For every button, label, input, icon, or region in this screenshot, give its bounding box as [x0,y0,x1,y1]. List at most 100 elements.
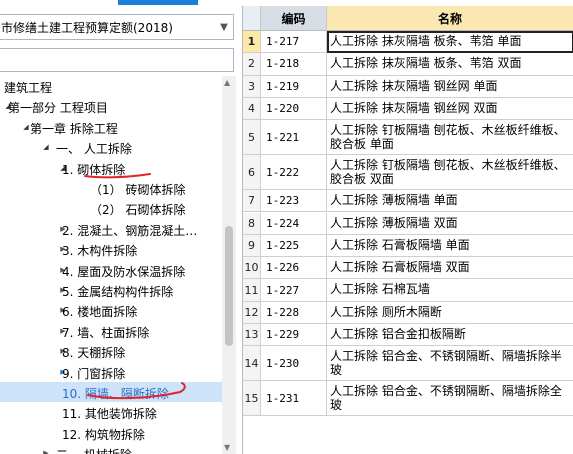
table-row[interactable]: 9 1-225 人工拆除 石膏板隔墙 单面 [243,234,573,258]
tree-node[interactable]: 10. 隔墙、隔断拆除 [0,382,222,402]
name-cell[interactable]: 人工拆除 抹灰隔墙 钢丝网 单面 [327,76,573,98]
tree-node[interactable]: ▶ 9. 门窗拆除 [0,362,222,382]
row-number-cell[interactable]: 14 [243,346,261,382]
tree-node[interactable]: （1） 砖砌体拆除 [0,178,222,198]
code-cell[interactable]: 1-219 [261,75,327,98]
code-cell[interactable]: 1-217 [261,31,327,54]
name-cell[interactable]: 人工拆除 薄板隔墙 双面 [327,213,573,235]
tree-node-label: 1. 砌体拆除 [62,162,126,177]
tree-node-label: 建筑工程 [4,81,53,95]
name-cell[interactable]: 人工拆除 铝合金、不锈钢隔断、隔墙拆除全玻 [327,381,573,417]
table-row[interactable]: 8 1-224 人工拆除 薄板隔墙 双面 [243,212,573,235]
table-row[interactable]: 1 1-217 人工拆除 抹灰隔墙 板条、苇箔 单面 [243,31,573,54]
row-number-cell[interactable]: 4 [243,97,261,121]
quota-selector-dropdown[interactable]: 市修缮土建工程预算定额(2018) ▼ [0,14,234,40]
name-cell[interactable]: 人工拆除 钉板隔墙 刨花板、木丝板纤维板、胶合板 双面 [327,155,573,191]
row-number-cell[interactable]: 1 [243,31,261,54]
tree-node[interactable]: ▶ 2. 混凝土、钢筋混凝土… [0,219,222,239]
name-cell[interactable]: 人工拆除 抹灰隔墙 板条、苇箔 双面 [327,53,573,76]
code-cell[interactable]: 1-228 [261,301,327,324]
code-cell[interactable]: 1-224 [261,212,327,235]
table-row[interactable]: 4 1-220 人工拆除 抹灰隔墙 钢丝网 双面 [243,97,573,121]
tree-node-label: （2） 石砌体拆除 [90,203,186,218]
scroll-up-icon[interactable]: ▲ [224,78,230,87]
table-row[interactable]: 14 1-230 人工拆除 铝合金、不锈钢隔断、隔墙拆除半玻 [243,346,573,382]
tree-node[interactable]: 12. 构筑物拆除 [0,423,222,443]
row-number-cell[interactable]: 15 [243,381,261,417]
name-cell[interactable]: 人工拆除 石膏板隔墙 单面 [327,235,573,258]
code-cell[interactable]: 1-227 [261,279,327,302]
row-number-cell[interactable]: 8 [243,212,261,235]
row-number-cell[interactable]: 11 [243,279,261,302]
tree-node[interactable]: 建筑工程 [0,76,222,96]
tree-node[interactable]: ▶ 8. 天棚拆除 [0,341,222,361]
name-cell[interactable]: 人工拆除 石膏板隔墙 双面 [327,257,573,280]
table-row[interactable]: 5 1-221 人工拆除 钉板隔墙 刨花板、木丝板纤维板、胶合板 单面 [243,120,573,156]
code-cell[interactable]: 1-230 [261,346,327,382]
code-cell[interactable]: 1-220 [261,97,327,121]
triangle-right-icon[interactable]: ▶ [40,443,52,454]
name-cell[interactable]: 人工拆除 铝合金扣板隔断 [327,324,573,347]
table-row[interactable]: 2 1-218 人工拆除 抹灰隔墙 板条、苇箔 双面 [243,53,573,76]
table-row[interactable]: 13 1-229 人工拆除 铝合金扣板隔断 [243,324,573,347]
tree-node[interactable]: ▶ 5. 金属结构构件拆除 [0,280,222,300]
table-row[interactable]: 11 1-227 人工拆除 石棉瓦墙 [243,279,573,302]
table-row[interactable]: 7 1-223 人工拆除 薄板隔墙 单面 [243,190,573,213]
tree-node[interactable]: ▶ 7. 墙、柱面拆除 [0,321,222,341]
name-cell[interactable]: 人工拆除 钉板隔墙 刨花板、木丝板纤维板、胶合板 单面 [327,120,573,156]
code-cell[interactable]: 1-218 [261,53,327,76]
row-number-cell[interactable]: 2 [243,53,261,76]
row-number-cell[interactable]: 13 [243,324,261,347]
tree-node-label: 第一部分 工程项目 [8,101,108,116]
tree-node[interactable]: 11. 其他装饰拆除 [0,402,222,422]
tree-node[interactable]: （2） 石砌体拆除 [0,198,222,218]
table-row[interactable]: 10 1-226 人工拆除 石膏板隔墙 双面 [243,257,573,280]
name-cell[interactable]: 人工拆除 厕所木隔断 [327,302,573,324]
tree-node-label: 8. 天棚拆除 [62,346,126,361]
tree-node[interactable]: ◢ 一、 人工拆除 [0,137,222,157]
table-row[interactable]: 15 1-231 人工拆除 铝合金、不锈钢隔断、隔墙拆除全玻 [243,381,573,417]
row-number-cell[interactable]: 6 [243,155,261,191]
tree-node-label: （1） 砖砌体拆除 [90,183,186,197]
tree-node-label: 9. 门窗拆除 [62,366,126,381]
tree-node[interactable]: ◢ 第一章 拆除工程 [0,117,222,137]
triangle-down-icon[interactable]: ◢ [40,137,52,157]
row-number-cell[interactable]: 5 [243,120,261,156]
scroll-down-icon[interactable]: ▼ [224,443,230,452]
row-number-cell[interactable]: 10 [243,257,261,280]
row-number-cell[interactable]: 3 [243,75,261,98]
name-cell[interactable]: 人工拆除 抹灰隔墙 钢丝网 双面 [327,98,573,121]
code-cell[interactable]: 1-223 [261,190,327,213]
code-cell[interactable]: 1-221 [261,120,327,156]
tree-scrollbar[interactable]: ▲ ▼ [222,76,236,454]
column-header-code[interactable]: 编码 [261,6,327,31]
code-cell[interactable]: 1-231 [261,381,327,417]
code-cell[interactable]: 1-226 [261,257,327,280]
chevron-down-icon[interactable]: ▼ [215,22,233,33]
tree-node[interactable]: ▶ 二、 机械拆除 [0,443,222,454]
name-cell[interactable]: 人工拆除 抹灰隔墙 板条、苇箔 单面 [327,31,573,54]
code-cell[interactable]: 1-225 [261,234,327,258]
name-cell[interactable]: 人工拆除 薄板隔墙 单面 [327,190,573,213]
row-number-cell[interactable]: 9 [243,234,261,258]
name-cell[interactable]: 人工拆除 石棉瓦墙 [327,279,573,302]
table-row[interactable]: 12 1-228 人工拆除 厕所木隔断 [243,301,573,324]
table-row[interactable]: 3 1-219 人工拆除 抹灰隔墙 钢丝网 单面 [243,75,573,98]
tree-scroll-thumb[interactable] [225,226,233,346]
code-cell[interactable]: 1-222 [261,155,327,191]
tree-search-input[interactable] [0,48,234,72]
name-cell[interactable]: 人工拆除 铝合金、不锈钢隔断、隔墙拆除半玻 [327,346,573,382]
tree-node[interactable]: ◢ 1. 砌体拆除 [0,158,222,178]
column-header-name[interactable]: 名称 [327,6,573,31]
active-tab-indicator[interactable] [118,0,198,5]
tree-node[interactable]: ▶ 4. 屋面及防水保温拆除 [0,260,222,280]
code-cell[interactable]: 1-229 [261,324,327,347]
grid-corner-cell[interactable] [243,6,261,31]
tree-node[interactable]: ◢ 第一部分 工程项目 [0,96,222,116]
tree-node[interactable]: ▶ 3. 木构件拆除 [0,239,222,259]
table-row[interactable]: 6 1-222 人工拆除 钉板隔墙 刨花板、木丝板纤维板、胶合板 双面 [243,155,573,191]
tree-node[interactable]: ▶ 6. 楼地面拆除 [0,300,222,320]
row-number-cell[interactable]: 7 [243,190,261,213]
quota-item-grid: 编码 名称 1 1-217 人工拆除 抹灰隔墙 板条、苇箔 单面 2 1-218 人工拆除… [242,6,573,454]
row-number-cell[interactable]: 12 [243,301,261,324]
